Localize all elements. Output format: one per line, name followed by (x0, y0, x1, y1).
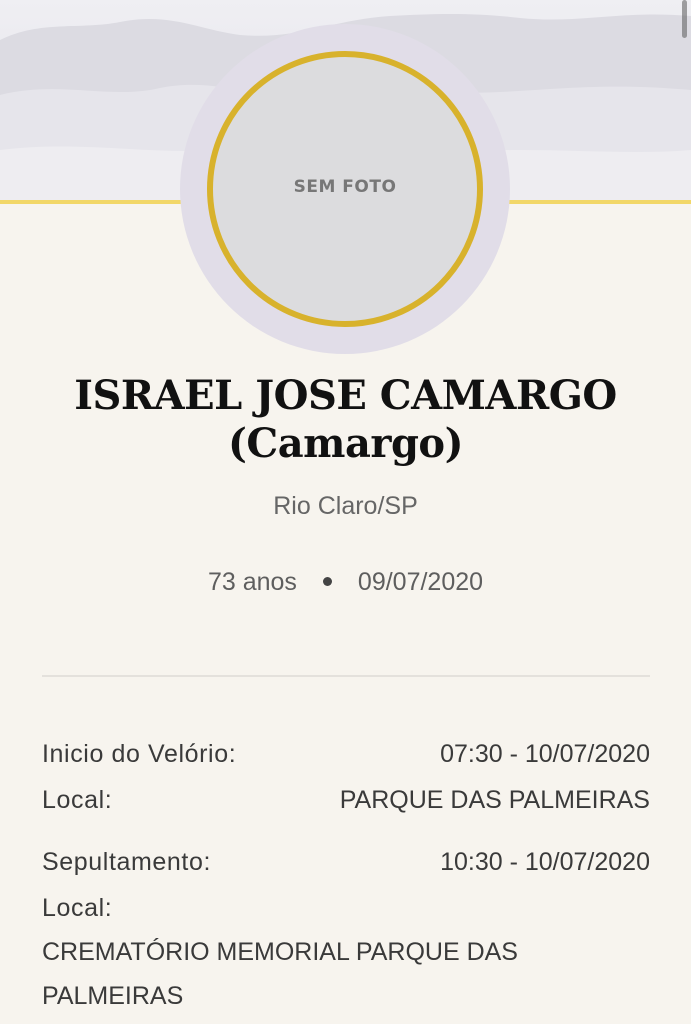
sepultamento-value: 10:30 - 10/07/2020 (440, 848, 650, 876)
section-divider (42, 675, 650, 677)
age-and-date: 73 anos 09/07/2020 (0, 568, 691, 597)
death-date: 09/07/2020 (357, 568, 484, 596)
city: Rio Claro/SP (273, 492, 418, 520)
sepultamento-local-label: Local: (42, 894, 113, 922)
nickname: (Camargo) (227, 420, 464, 467)
full-name: ISRAEL JOSE CAMARGO (74, 372, 617, 419)
velorio-local-label: Local: (42, 786, 113, 814)
sepultamento-local-value: CREMATÓRIO MEMORIAL PARQUE DAS PALMEIRAS (42, 938, 518, 1010)
photo-placeholder-text: SEM FOTO (293, 177, 397, 197)
sepultamento-label: Sepultamento: (42, 848, 212, 876)
velorio-local-value: PARQUE DAS PALMEIRAS (339, 786, 650, 814)
bullet-separator-icon (322, 576, 332, 586)
age: 73 anos (207, 568, 297, 596)
scrollbar-thumb[interactable] (682, 0, 687, 38)
deceased-name: ISRAEL JOSE CAMARGO (Camargo) (20, 372, 671, 468)
profile-photo: SEM FOTO (207, 51, 483, 327)
velorio-label: Inicio do Velório: (42, 740, 237, 768)
velorio-value: 07:30 - 10/07/2020 (440, 740, 650, 768)
